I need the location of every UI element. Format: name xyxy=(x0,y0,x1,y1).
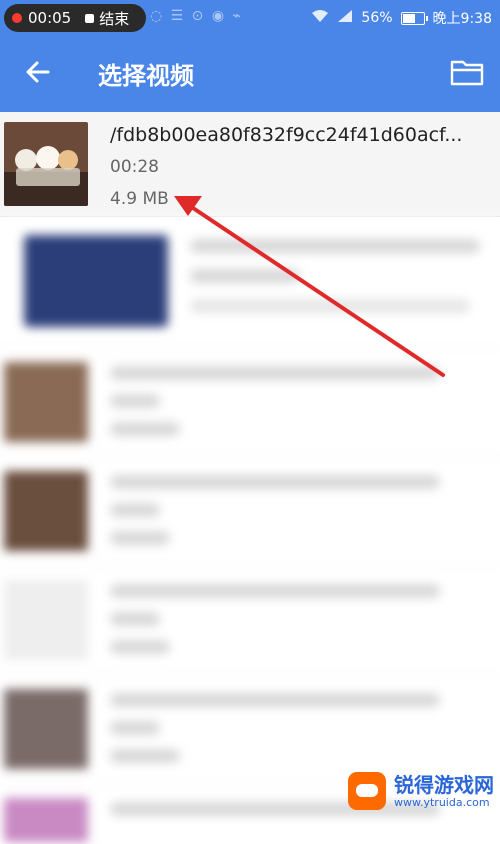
blurred-rows xyxy=(0,217,500,844)
status-icons: ◌ ☰ ⊙ ◉ ⌁ xyxy=(150,8,243,24)
wifi-icon xyxy=(311,9,329,27)
recording-dot-icon xyxy=(12,13,22,23)
video-thumbnail xyxy=(24,235,168,327)
list-item[interactable] xyxy=(0,217,500,348)
video-duration: 00:28 xyxy=(110,157,159,177)
video-thumbnail xyxy=(4,580,88,660)
video-filename: /fdb8b00ea80f832f9cc24f41d60acf... xyxy=(110,124,463,146)
video-list: /fdb8b00ea80f832f9cc24f41d60acf... 00:28… xyxy=(0,112,500,844)
video-thumbnail xyxy=(4,122,88,206)
list-item[interactable] xyxy=(0,348,500,457)
battery-percent: 56% xyxy=(361,10,393,26)
back-button[interactable] xyxy=(18,52,58,92)
battery-fill xyxy=(402,13,415,23)
signal-icon xyxy=(337,9,353,27)
open-folder-button[interactable] xyxy=(446,52,488,92)
battery-icon xyxy=(400,11,428,25)
clock: 晚上9:38 xyxy=(432,11,492,27)
status-right: 56% 晚上9:38 xyxy=(311,8,492,28)
list-item[interactable] xyxy=(0,566,500,675)
watermark-title: 锐得游戏网 xyxy=(394,772,494,797)
video-item-selected[interactable]: /fdb8b00ea80f832f9cc24f41d60acf... 00:28… xyxy=(0,112,500,217)
video-size: 4.9 MB xyxy=(110,189,169,209)
video-thumbnail xyxy=(4,362,88,442)
stop-icon xyxy=(85,13,95,23)
list-item[interactable] xyxy=(0,675,500,784)
folder-icon xyxy=(450,60,484,86)
video-thumbnail xyxy=(4,798,88,842)
app-bar: 选择视频 xyxy=(0,36,500,112)
list-item[interactable] xyxy=(0,457,500,566)
status-bar: 00:05 结束 ◌ ☰ ⊙ ◉ ⌁ 56% 晚上9:38 xyxy=(0,0,500,36)
page-title: 选择视频 xyxy=(98,62,194,90)
arrow-left-icon xyxy=(26,61,50,83)
video-thumbnail xyxy=(4,689,88,769)
recording-time: 00:05 xyxy=(28,9,72,27)
end-recording-button[interactable]: 结束 xyxy=(99,8,129,29)
video-thumbnail xyxy=(4,471,88,551)
watermark: 锐得游戏网 www.ytruida.com xyxy=(348,772,494,810)
watermark-url: www.ytruida.com xyxy=(394,795,490,809)
watermark-logo-icon xyxy=(348,772,386,810)
screen-recording-pill[interactable]: 00:05 结束 xyxy=(4,4,146,32)
